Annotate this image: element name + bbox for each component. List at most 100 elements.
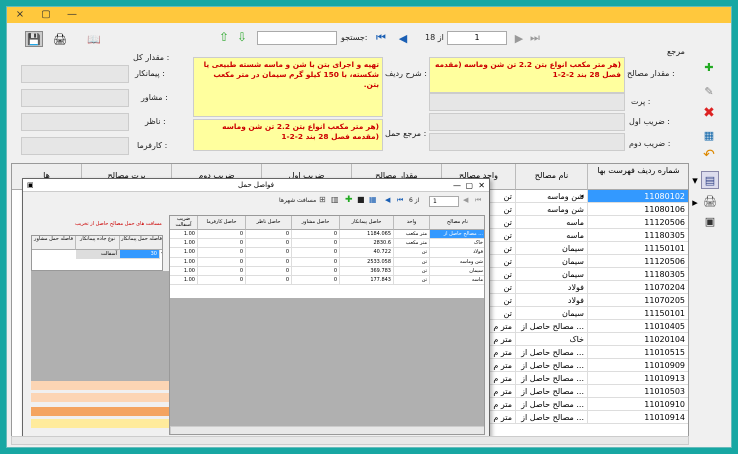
dialog-cell-consultant[interactable]: 0 [292,230,340,240]
cell-name[interactable]: سیمان [516,255,588,268]
dialog-cell-unit[interactable]: تن [394,276,430,286]
cell-name[interactable]: ماسه [516,216,588,229]
dialog-cell-coef[interactable]: 1.00 [170,276,198,286]
dialog-cell-unit[interactable]: متر مکعب [394,230,430,240]
dialog-col-header-supervisor[interactable]: حاصل ناظر [246,216,292,230]
cell-code[interactable]: 11180305 [588,268,688,281]
cell-code[interactable]: 11120506 [588,255,688,268]
dialog-cell-employer[interactable]: 0 [198,248,246,258]
cell-name[interactable]: مصالح حاصل از ... [516,372,588,385]
minimize-button[interactable]: — [59,7,85,23]
dialog-col-header-consultant[interactable]: حاصل مشاور [292,216,340,230]
undo-icon[interactable]: ↶ [701,147,717,163]
dialog-save-icon[interactable]: ▦ [369,195,377,204]
help-icon[interactable]: 📖 [85,31,103,47]
print-dropdown-icon[interactable]: ▸ [691,196,699,209]
dialog-cell-coef[interactable]: 1.00 [170,239,198,249]
cell-name[interactable]: ماسه [516,229,588,242]
dialog-cell-employer[interactable]: 0 [198,257,246,267]
dialog-cell-contractor[interactable]: 1184.065 [340,230,394,240]
dialog-last-icon[interactable]: ⏮ [397,196,403,205]
dialog-cell-unit[interactable]: تن [394,248,430,258]
cell-code[interactable]: 11080102 [588,190,688,203]
cell-code[interactable]: 11010515 [588,346,688,359]
prev-record-icon[interactable]: ◀ [397,32,409,45]
cell-code[interactable]: 11020104 [588,333,688,346]
cell-name[interactable]: شن وماسه [516,203,588,216]
dialog-cell-name[interactable]: فولاد [430,248,484,258]
dialog-cell-name[interactable]: ماسه [430,276,484,286]
cell-code[interactable]: 11180305 [588,229,688,242]
dialog-cell-consultant[interactable]: 0 [292,239,340,249]
dialog-cell-unit[interactable]: متر مکعب [394,239,430,249]
last-record-icon[interactable]: ⏭ [529,31,541,44]
dialog-cell-employer[interactable]: 0 [198,230,246,240]
dialog-add-icon[interactable]: ✚ [345,195,353,205]
dialog-cell-name[interactable]: خاک [430,239,484,249]
dialog-hscrollbar[interactable] [170,426,484,434]
add-icon[interactable]: ✚ [701,59,717,75]
edit-icon[interactable]: ✎ [701,83,717,99]
cell-name[interactable]: مصالح حاصل از ... [516,320,588,333]
dialog-cell-contractor[interactable]: 2533.058 [340,257,394,267]
cell-name[interactable]: مصالح حاصل از ... [516,359,588,372]
cell-name[interactable]: سیمان [516,242,588,255]
cell-name[interactable]: مصالح حاصل از ... [516,346,588,359]
report-icon[interactable]: ▤ [701,171,719,189]
dialog-first-icon[interactable]: ⏮ [475,196,481,205]
dialog-cell-coef[interactable]: 1.00 [170,248,198,258]
cell-name[interactable]: فولاد [516,294,588,307]
dialog-col-header-name[interactable]: نام مصالح [430,216,484,230]
next-record-icon[interactable]: ▶ [513,32,525,45]
dialog-cell-name[interactable]: سیمان [430,267,484,276]
close-button[interactable]: × [7,7,33,23]
first-coef-field[interactable] [429,113,625,131]
dialog-cell-supervisor[interactable]: 0 [246,230,292,240]
dialog-cell-unit[interactable]: تن [394,257,430,267]
dialog-col-header-unit[interactable]: واحد [394,216,430,230]
dialog-col-header-contractor[interactable]: حاصل پیمانکار [340,216,394,230]
dialog-prev-icon[interactable]: ◀ [463,196,468,204]
cell-code[interactable]: 11010914 [588,411,688,424]
arrow-up-icon[interactable]: ⇧ [217,30,231,44]
dialog-cell-employer[interactable]: 0 [198,239,246,249]
dialog-cell-coef[interactable]: 1.00 [170,230,198,240]
dialog-cell-contractor[interactable]: 2830.6 [340,239,394,249]
cell-code[interactable]: 11120506 [588,216,688,229]
nav-current-input[interactable]: 1 [447,31,507,45]
maximize-button[interactable]: ▢ [33,7,59,23]
cell-code[interactable]: 11080106 [588,203,688,216]
left-col-distance[interactable]: فاصله حمل پیمانکار [120,236,162,250]
dialog-export-icon[interactable]: ⊞ [319,195,326,204]
cell-code[interactable]: 11010913 [588,372,688,385]
cell-code[interactable]: 11150101 [588,307,688,320]
cell-code[interactable]: 11010910 [588,398,688,411]
search-input[interactable] [257,31,337,45]
material-amount-field[interactable]: (هر متر مکعب انواع بتن 2.2 تن شن وماسه (… [429,57,625,93]
dialog-cell-supervisor[interactable]: 0 [246,248,292,258]
left-cell-road[interactable]: آسفالت [76,250,120,259]
carry-reference-field[interactable]: (هر متر مکعب انواع بتن 2.2 تن شن وماسه (… [193,119,383,151]
cell-name[interactable]: خاک [516,333,588,346]
cell-name[interactable]: مصالح حاصل از ... [516,398,588,411]
consultant-field[interactable] [21,89,129,107]
dialog-nav-input[interactable]: 1 [429,196,459,207]
dialog-cell-employer[interactable]: 0 [198,266,246,276]
dialog-cell-name[interactable]: مصالح حاصل از ... [430,230,484,240]
col-header-code[interactable]: شماره ردیف فهرست بها [588,164,688,190]
dialog-cell-supervisor[interactable]: 0 [246,239,292,249]
left-col-consultant[interactable]: فاصله حمل مشاور [32,236,76,250]
dialog-cell-unit[interactable]: تن [394,266,430,276]
dialog-cell-supervisor[interactable]: 0 [246,266,292,276]
cell-code[interactable]: 11070205 [588,294,688,307]
contractor-field[interactable] [21,65,129,83]
dialog-cell-contractor[interactable]: 369.783 [340,266,394,276]
supervisor-field[interactable] [21,113,129,131]
print-icon[interactable]: 🖨 [51,31,69,47]
dialog-cell-consultant[interactable]: 0 [292,248,340,258]
report-dropdown-icon[interactable]: ▾ [691,174,699,187]
dialog-cell-supervisor[interactable]: 0 [246,257,292,267]
cell-code[interactable]: 11010909 [588,359,688,372]
dialog-cell-contractor[interactable]: 177.843 [340,276,394,286]
dialog-cell-consultant[interactable]: 0 [292,266,340,276]
